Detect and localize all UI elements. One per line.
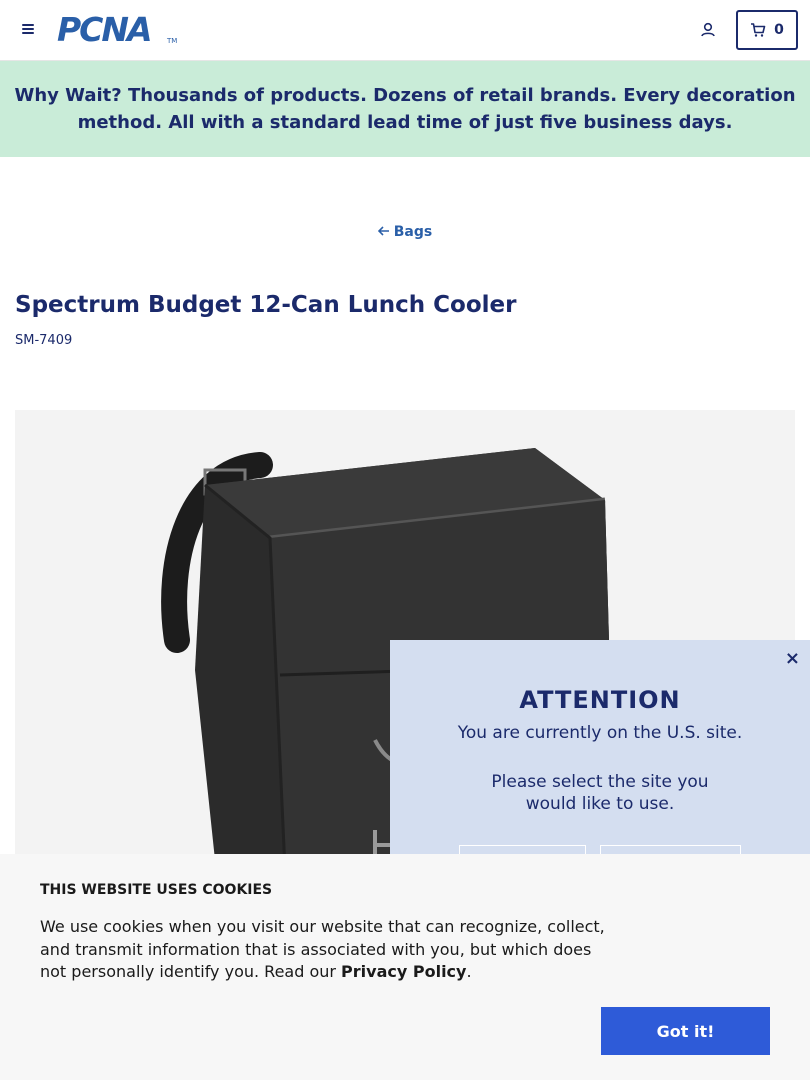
promo-banner: Why Wait? Thousands of products. Dozens … [0,61,810,157]
product-title: Spectrum Budget 12-Can Lunch Cooler [15,292,517,318]
logo-trademark: TM [167,37,178,45]
close-icon[interactable]: × [785,648,800,669]
product-sku: SM-7409 [15,333,73,348]
cookie-banner: THIS WEBSITE USES COOKIES We use cookies… [0,854,810,1080]
cookie-body: We use cookies when you visit our websit… [40,917,605,981]
cookie-text-end: . [466,962,472,981]
logo-text: PCNA [57,10,153,49]
site-header: PCNA TM 0 [0,0,810,61]
cart-button[interactable]: 0 [736,10,798,50]
back-to-category-link[interactable]: Bags [0,224,810,240]
promo-message: Why Wait? Thousands of products. Dozens … [12,82,798,136]
pcna-logo[interactable]: PCNA TM [57,13,177,47]
promo-text: Thousands of products. Dozens of retail … [77,85,796,133]
privacy-policy-link[interactable]: Privacy Policy [341,962,466,981]
user-icon [701,22,715,37]
region-select-modal: × ATTENTION You are currently on the U.S… [390,640,810,885]
cookie-text: We use cookies when you visit our websit… [40,916,620,984]
modal-current-site-text: You are currently on the U.S. site. [457,723,743,743]
hamburger-icon [20,24,36,34]
back-link-label: Bags [393,224,433,240]
cart-icon [751,23,766,37]
account-button[interactable] [698,20,718,40]
cookie-accept-button[interactable]: Got it! [601,1007,770,1055]
modal-heading: ATTENTION [519,686,681,714]
arrow-left-icon [377,224,390,240]
cookie-title: THIS WEBSITE USES COOKIES [40,882,273,898]
modal-select-site-text: Please select the site you would like to… [491,772,709,814]
menu-button[interactable] [20,22,36,38]
cart-count: 0 [774,22,784,38]
promo-lead: Why Wait? [14,85,122,106]
